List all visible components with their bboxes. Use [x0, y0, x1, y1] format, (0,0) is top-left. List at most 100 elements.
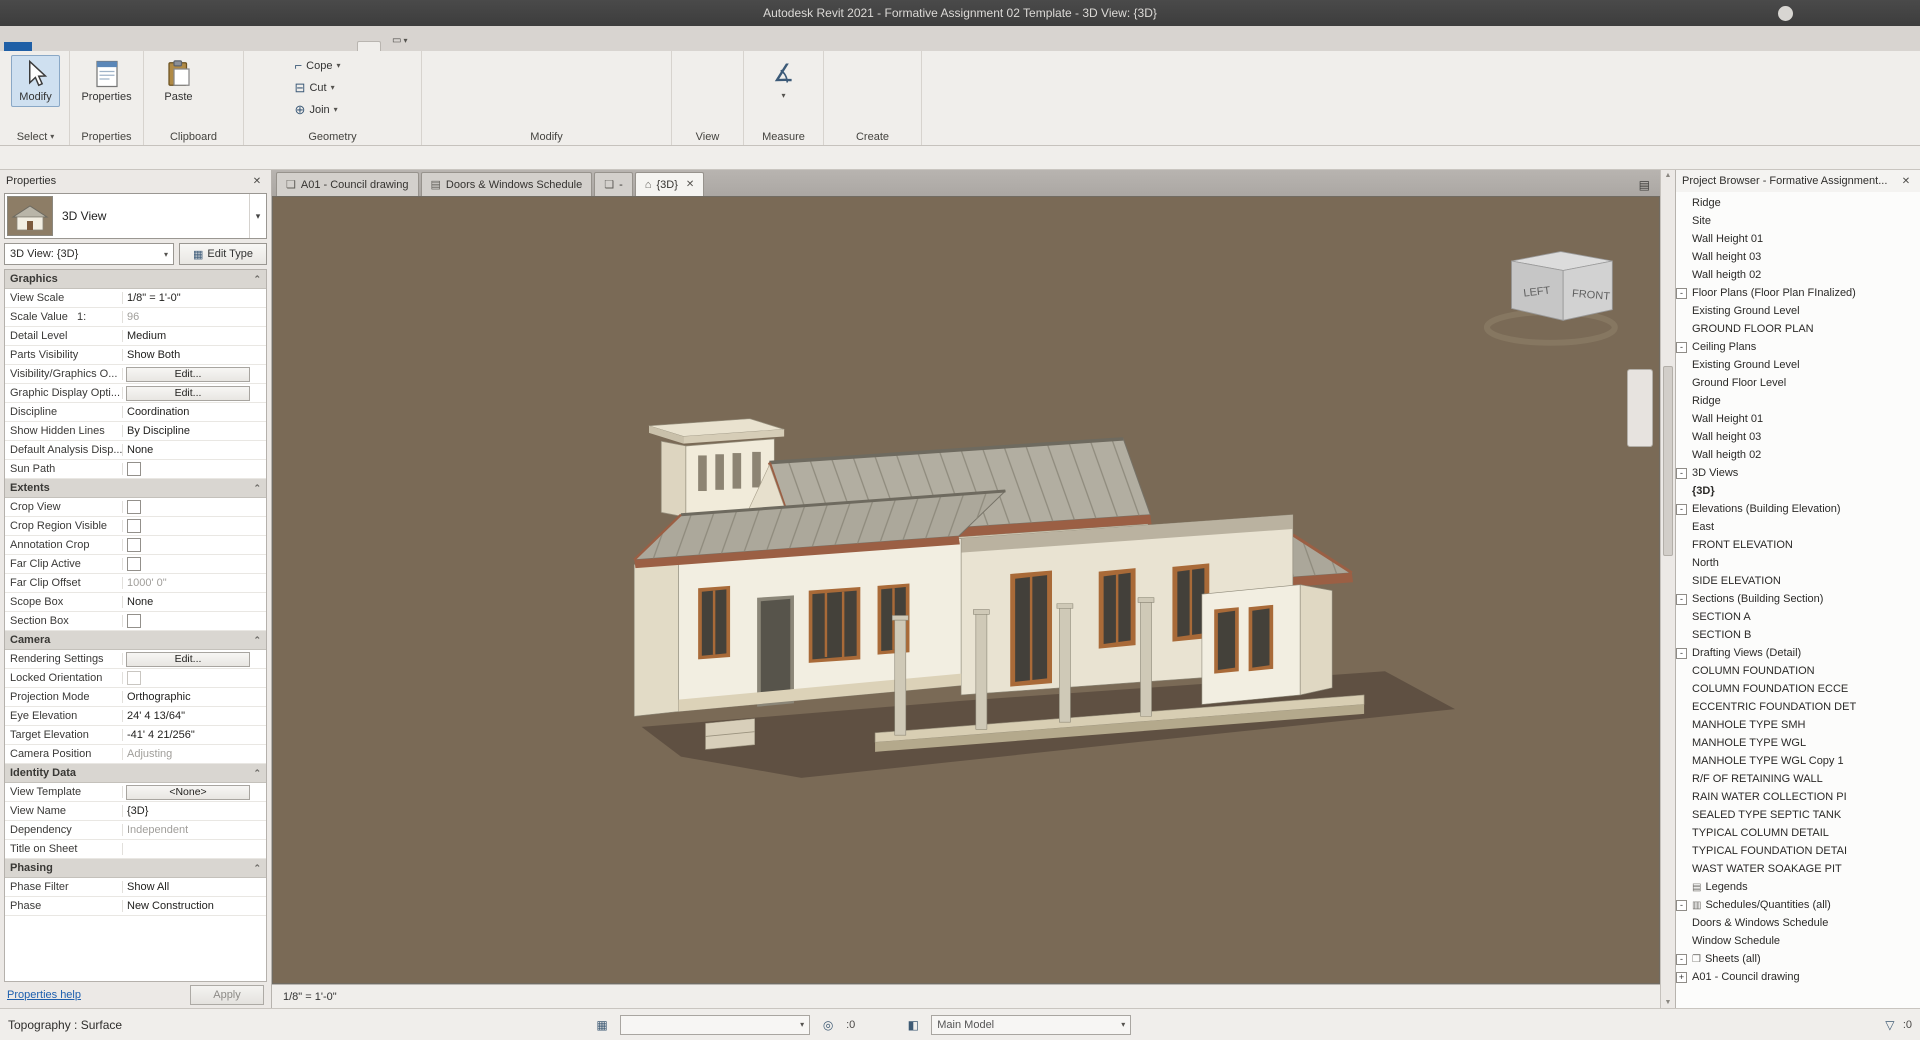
tree-expander-icon[interactable] [1676, 558, 1687, 569]
property-value[interactable]: Show All [123, 881, 266, 893]
ribbon-tab[interactable] [265, 42, 287, 51]
tree-expander-icon[interactable]: - [1676, 468, 1687, 479]
ribbon-tab[interactable] [58, 42, 80, 51]
tree-item[interactable]: Ridge [1676, 392, 1920, 410]
tree-item[interactable]: R/F OF RETAINING WALL [1676, 770, 1920, 788]
view-instance-combo[interactable]: 3D View: {3D} ▾ [4, 243, 174, 265]
qat-icon[interactable] [300, 2, 320, 24]
tree-item[interactable]: ECCENTRIC FOUNDATION DET [1676, 698, 1920, 716]
property-value[interactable]: Orthographic [123, 691, 266, 703]
tree-item[interactable]: Site [1676, 212, 1920, 230]
tree-item[interactable]: - Drafting Views (Detail) [1676, 644, 1920, 662]
property-value[interactable]: None [123, 596, 266, 608]
tree-item[interactable]: COLUMN FOUNDATION [1676, 662, 1920, 680]
ribbon-tab[interactable] [242, 42, 264, 51]
tree-expander-icon[interactable] [1676, 270, 1687, 281]
collapse-chevron-icon[interactable]: ⌃ [253, 274, 261, 285]
tree-item[interactable]: Existing Ground Level [1676, 356, 1920, 374]
qat-icon[interactable] [153, 2, 173, 24]
panel-label-select[interactable]: Select ▾ [2, 128, 69, 145]
ribbon-tab[interactable] [127, 42, 149, 51]
apply-button[interactable]: Apply [190, 985, 264, 1005]
drawing-area[interactable]: LEFT FRONT [272, 196, 1660, 984]
qat-icon[interactable] [279, 2, 299, 24]
tree-item[interactable]: Ground Floor Level [1676, 374, 1920, 392]
property-value[interactable] [123, 614, 266, 628]
tree-item[interactable]: Wall heigth 02 [1676, 446, 1920, 464]
tree-item[interactable]: Window Schedule [1676, 932, 1920, 950]
tree-item[interactable]: COLUMN FOUNDATION ECCE [1676, 680, 1920, 698]
properties-section-header[interactable]: Camera ⌃ [5, 631, 266, 650]
chevron-down-icon[interactable]: ▾ [249, 194, 266, 238]
qat-icon[interactable] [111, 2, 131, 24]
tree-expander-icon[interactable] [1676, 234, 1687, 245]
tree-item[interactable]: Wall height 03 [1676, 428, 1920, 446]
property-value[interactable]: Coordination [123, 406, 266, 418]
titlebar-icon[interactable] [1653, 2, 1673, 24]
ribbon-tab[interactable] [173, 42, 195, 51]
tree-expander-icon[interactable]: - [1676, 288, 1687, 299]
tree-item[interactable]: Wall Height 01 [1676, 410, 1920, 428]
tree-expander-icon[interactable] [1676, 486, 1687, 497]
tree-expander-icon[interactable] [1676, 792, 1687, 803]
properties-section-header[interactable]: Phasing ⌃ [5, 859, 266, 878]
property-value[interactable]: Edit... [126, 652, 250, 667]
tree-expander-icon[interactable] [1676, 918, 1687, 929]
property-value[interactable] [123, 538, 266, 552]
close-tab-icon[interactable]: ✕ [686, 179, 694, 190]
property-value[interactable]: Independent [123, 824, 266, 836]
scroll-up-icon[interactable]: ▲ [1665, 172, 1672, 179]
qat-icon[interactable] [132, 2, 152, 24]
titlebar-icon[interactable] [1703, 2, 1723, 24]
property-value[interactable]: {3D} [123, 805, 266, 817]
qat-icon[interactable] [174, 2, 194, 24]
ribbon-display-toggle[interactable]: ▭ ▾ [388, 31, 411, 51]
property-value[interactable]: 24' 4 13/64" [123, 710, 266, 722]
tree-item[interactable]: - Ceiling Plans [1676, 338, 1920, 356]
tree-expander-icon[interactable]: - [1676, 504, 1687, 515]
collapse-chevron-icon[interactable]: ⌃ [253, 483, 261, 494]
tree-item[interactable]: - Elevations (Building Elevation) [1676, 500, 1920, 518]
property-value[interactable] [123, 557, 266, 571]
titlebar-icon[interactable] [1798, 2, 1818, 24]
ribbon-tab[interactable] [4, 42, 32, 51]
tree-item[interactable]: RAIN WATER COLLECTION PI [1676, 788, 1920, 806]
tree-expander-icon[interactable] [1676, 864, 1687, 875]
tree-item[interactable]: ▤ Legends [1676, 878, 1920, 896]
ribbon-tab[interactable] [104, 42, 126, 51]
properties-section-header[interactable]: Extents ⌃ [5, 479, 266, 498]
tree-expander-icon[interactable] [1676, 432, 1687, 443]
view-tab[interactable]: ▤ Doors & Windows Schedule [421, 172, 593, 196]
tree-item[interactable]: - Floor Plans (Floor Plan FInalized) [1676, 284, 1920, 302]
type-selector[interactable]: 3D View ▾ [4, 193, 267, 239]
tree-expander-icon[interactable] [1676, 360, 1687, 371]
tree-expander-icon[interactable] [1676, 396, 1687, 407]
measure-button[interactable]: ∡ ▾ [765, 55, 803, 104]
design-options-icon[interactable]: ◧ [903, 1015, 923, 1035]
collapse-chevron-icon[interactable]: ⌃ [253, 635, 261, 646]
editing-requests-icon[interactable]: ◎ [818, 1015, 838, 1035]
tree-expander-icon[interactable] [1676, 576, 1687, 587]
property-value[interactable]: By Discipline [123, 425, 266, 437]
tree-expander-icon[interactable] [1676, 414, 1687, 425]
paste-button[interactable]: Paste [156, 55, 202, 107]
titlebar-icon[interactable] [1728, 2, 1748, 24]
tree-expander-icon[interactable]: - [1676, 342, 1687, 353]
tree-item[interactable]: TYPICAL COLUMN DETAIL [1676, 824, 1920, 842]
ribbon-tab[interactable] [219, 42, 241, 51]
property-value[interactable]: <None> [126, 785, 250, 800]
tree-item[interactable]: WAST WATER SOAKAGE PIT [1676, 860, 1920, 878]
tree-expander-icon[interactable] [1676, 450, 1687, 461]
property-value[interactable] [123, 500, 266, 514]
view-tab[interactable]: ⌂ {3D} ✕ [635, 172, 704, 196]
properties-section-header[interactable]: Identity Data ⌃ [5, 764, 266, 783]
tree-item[interactable]: SECTION A [1676, 608, 1920, 626]
tree-expander-icon[interactable]: + [1676, 972, 1687, 983]
tree-expander-icon[interactable] [1676, 324, 1687, 335]
tree-item[interactable]: MANHOLE TYPE WGL [1676, 734, 1920, 752]
tree-item[interactable]: MANHOLE TYPE WGL Copy 1 [1676, 752, 1920, 770]
ribbon-tab[interactable] [334, 42, 356, 51]
tree-expander-icon[interactable] [1676, 252, 1687, 263]
design-options-combo[interactable]: Main Model ▾ [931, 1015, 1131, 1035]
tree-expander-icon[interactable] [1676, 540, 1687, 551]
